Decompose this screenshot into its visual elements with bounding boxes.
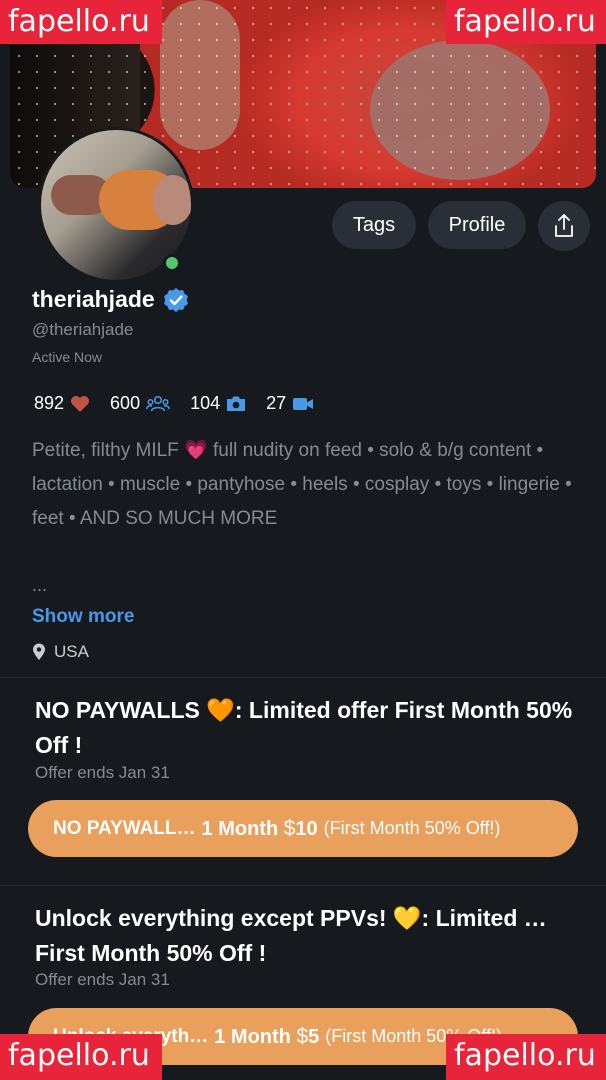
divider xyxy=(0,885,606,886)
profile-name: theriahjade xyxy=(32,286,155,312)
offer-ends: Offer ends Jan 31 xyxy=(35,970,170,989)
online-status-dot xyxy=(163,254,181,272)
fans-stat: 600 xyxy=(110,393,171,414)
subscribe-duration: 1 Month xyxy=(201,817,279,840)
location: USA xyxy=(32,642,89,662)
share-button[interactable] xyxy=(538,201,590,251)
likes-count: 892 xyxy=(34,393,65,413)
likes-stat: 892 xyxy=(34,393,90,414)
subscribe-discount-note: (First Month 50% Off!) xyxy=(323,818,501,838)
subscribe-button-price: 1 Month $5 xyxy=(214,1025,319,1049)
bio-ellipsis: ... xyxy=(32,575,48,595)
divider xyxy=(0,677,606,678)
heart-icon xyxy=(71,395,90,412)
photos-count: 104 xyxy=(190,393,221,413)
subscribe-price-value: 10 xyxy=(295,817,318,840)
location-pin-icon xyxy=(33,643,45,660)
offer-title: NO PAYWALLS 🧡: Limited offer First Month… xyxy=(35,697,573,758)
offer-ends: Offer ends Jan 31 xyxy=(35,763,170,782)
subscribe-button[interactable]: NO PAYWALL… 1 Month $10 (First Month 50%… xyxy=(28,800,578,857)
tags-button[interactable]: Tags xyxy=(332,201,416,249)
watermark-top-right: fapello.ru xyxy=(446,0,606,44)
watermark-top-left: fapello.ru xyxy=(0,0,162,44)
videos-stat: 27 xyxy=(266,393,314,414)
videos-count: 27 xyxy=(266,393,287,413)
fans-count: 600 xyxy=(110,393,141,413)
bio-text-start: Petite, filthy MILF xyxy=(32,440,185,461)
bio-heart-emoji: 💗 xyxy=(184,440,208,461)
profile-bio: Petite, filthy MILF 💗 full nudity on fee… xyxy=(32,434,592,536)
subscribe-button-price: 1 Month $10 xyxy=(202,817,318,841)
verified-badge-icon xyxy=(163,287,188,312)
active-status: Active Now xyxy=(32,349,103,365)
profile-handle: @theriahjade xyxy=(32,320,134,339)
watermark-bottom-left: fapello.ru xyxy=(0,1034,162,1080)
watermark-bottom-right: fapello.ru xyxy=(446,1034,606,1080)
name-row: theriahjade xyxy=(32,286,189,313)
fans-icon xyxy=(146,395,171,411)
subscribe-duration: 1 Month xyxy=(214,1025,291,1048)
video-icon xyxy=(293,397,314,410)
subscribe-button-label: NO PAYWALL… xyxy=(53,817,196,839)
share-icon xyxy=(555,214,573,237)
profile-button[interactable]: Profile xyxy=(428,201,526,249)
subscribe-price-value: 5 xyxy=(308,1025,320,1048)
location-text: USA xyxy=(54,642,89,661)
profile-stats: 892 600 104 27 xyxy=(34,393,334,414)
offer-title: Unlock everything except PPVs! 💛: Limite… xyxy=(35,905,547,966)
subscribe-currency: $ xyxy=(283,816,296,840)
photos-stat: 104 xyxy=(190,393,246,414)
show-more-link[interactable]: Show more xyxy=(32,606,134,628)
subscribe-currency: $ xyxy=(296,1024,309,1048)
camera-icon xyxy=(227,396,246,411)
